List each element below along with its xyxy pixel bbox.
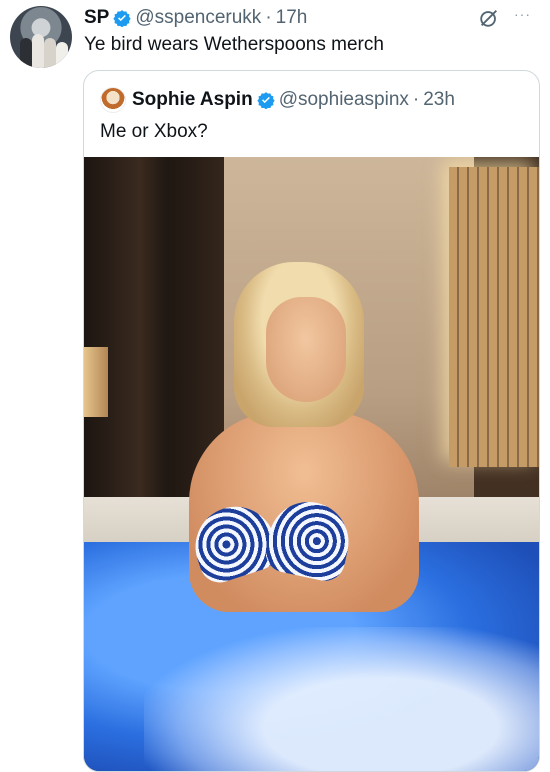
verified-badge-icon (257, 92, 275, 109)
grok-icon[interactable] (478, 7, 500, 29)
more-icon[interactable]: ··· (514, 6, 531, 22)
author-handle[interactable]: @sspencerukk (135, 7, 261, 29)
avatar-figure (44, 38, 56, 68)
photo-wood-panel (449, 167, 539, 467)
photo-foam (144, 627, 539, 771)
tweet-header: SP @sspencerukk · 17h (84, 6, 540, 30)
avatar-figure (56, 42, 68, 68)
separator-dot: · (265, 7, 272, 28)
tweet-text: Ye bird wears Wetherspoons merch (84, 34, 384, 55)
author-avatar[interactable] (10, 6, 72, 68)
quoted-author-avatar[interactable] (100, 87, 126, 113)
photo-curtain (84, 157, 224, 497)
photo-lamp (84, 347, 108, 417)
quoted-tweet-timestamp[interactable]: 23h (423, 89, 455, 111)
photo-person-face (266, 297, 346, 402)
separator-dot: · (412, 89, 420, 110)
quoted-author-name[interactable]: Sophie Aspin (132, 89, 253, 111)
quoted-tweet-photo[interactable] (84, 157, 539, 771)
quoted-tweet-text: Me or Xbox? (100, 121, 208, 142)
tweet-timestamp[interactable]: 17h (276, 7, 308, 29)
verified-badge-icon (113, 10, 131, 27)
avatar-figure (20, 38, 32, 68)
quoted-tweet[interactable]: Sophie Aspin @sophieaspinx · 23h Me or X… (83, 70, 540, 772)
author-name[interactable]: SP (84, 7, 109, 29)
quoted-tweet-header: Sophie Aspin @sophieaspinx · 23h (100, 87, 455, 113)
avatar-figure (32, 34, 44, 68)
quoted-author-handle[interactable]: @sophieaspinx (279, 89, 409, 111)
